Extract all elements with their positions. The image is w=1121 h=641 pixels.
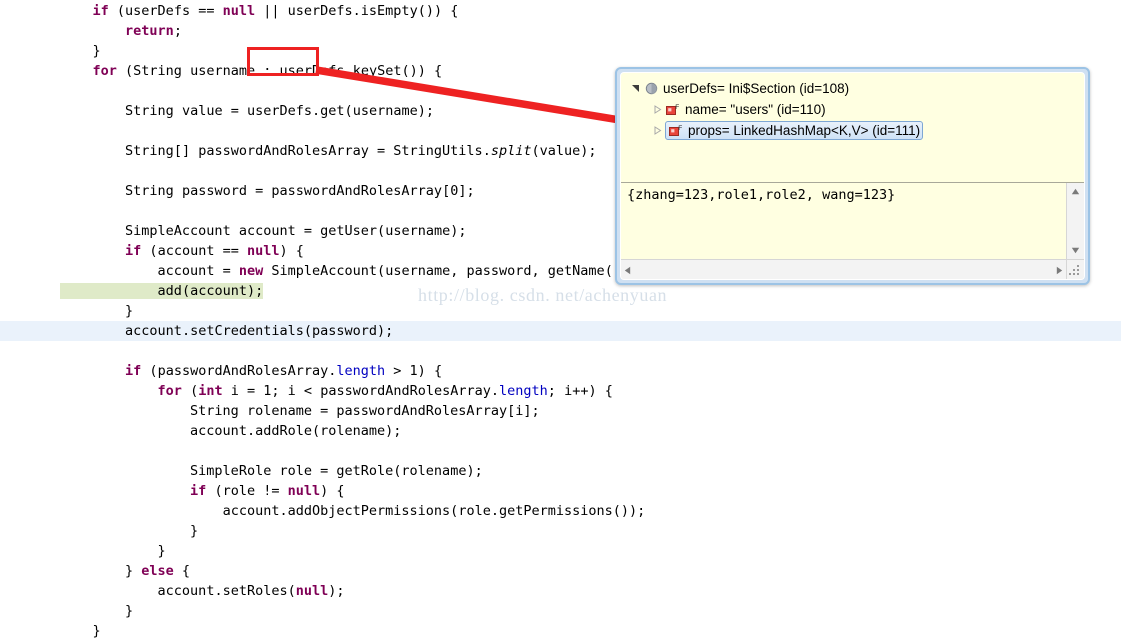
code-line: } else {: [60, 563, 191, 579]
collapse-twisty-icon[interactable]: [649, 126, 665, 135]
svg-text:F: F: [678, 125, 682, 132]
horizontal-scrollbar[interactable]: [621, 260, 1066, 279]
code-line: }: [60, 43, 101, 59]
tree-row-label: name= "users" (id=110): [685, 102, 826, 117]
code-line: account.setCredentials(password);: [0, 321, 1121, 341]
tree-row-label: props= LinkedHashMap<K,V> (id=111): [688, 123, 921, 138]
scroll-left-icon[interactable]: [624, 260, 631, 279]
field-icon: F: [665, 103, 681, 116]
tree-row[interactable]: F props= LinkedHashMap<K,V> (id=111): [621, 120, 1084, 141]
code-line: }: [60, 523, 199, 539]
code-line: return;: [125, 23, 182, 39]
code-line: for (int i = 1; i < passwordAndRolesArra…: [157, 383, 613, 399]
code-line: SimpleRole role = getRole(rolename);: [190, 463, 483, 479]
collapse-twisty-icon[interactable]: [649, 105, 665, 114]
expand-twisty-icon[interactable]: [627, 84, 643, 93]
variable-inspect-popup[interactable]: userDefs= Ini$Section (id=108) F name= "…: [615, 67, 1090, 285]
tree-row-label: userDefs= Ini$Section (id=108): [663, 81, 850, 96]
horizontal-scrollbar-row[interactable]: [621, 259, 1084, 279]
code-line: String rolename = passwordAndRolesArray[…: [190, 403, 540, 419]
tree-row[interactable]: userDefs= Ini$Section (id=108): [621, 78, 1084, 99]
code-line: account.addRole(rolename);: [190, 423, 402, 439]
detail-value-text: {zhang=123,role1,role2, wang=123}: [627, 187, 896, 203]
code-line: }: [60, 543, 166, 559]
object-icon: [643, 82, 659, 95]
code-line: account.setRoles(null);: [157, 583, 345, 599]
tree-row-selected[interactable]: F props= LinkedHashMap<K,V> (id=111): [665, 121, 924, 140]
code-line: }: [60, 603, 134, 619]
field-icon: F: [668, 124, 684, 137]
scroll-up-icon[interactable]: [1068, 185, 1083, 198]
popup-inner: userDefs= Ini$Section (id=108) F name= "…: [620, 72, 1085, 280]
code-line: if (role != null) {: [190, 483, 345, 499]
scroll-down-icon[interactable]: [1068, 244, 1083, 257]
tree-row[interactable]: F name= "users" (id=110): [621, 99, 1084, 120]
code-line: if (userDefs == null || userDefs.isEmpty…: [92, 3, 459, 19]
svg-text:F: F: [675, 104, 679, 111]
scroll-right-icon[interactable]: [1056, 260, 1063, 279]
resize-grip-icon[interactable]: [1066, 260, 1084, 279]
code-line: }: [60, 623, 101, 639]
vertical-scrollbar[interactable]: [1066, 183, 1084, 259]
variable-tree[interactable]: userDefs= Ini$Section (id=108) F name= "…: [621, 73, 1084, 182]
annotation-highlight-box: [247, 47, 319, 76]
code-line: if (passwordAndRolesArray.length > 1) {: [125, 363, 443, 379]
code-line: account.addObjectPermissions(role.getPer…: [222, 503, 646, 519]
value-detail-pane: {zhang=123,role1,role2, wang=123}: [621, 182, 1084, 259]
code-line: }: [60, 303, 134, 319]
